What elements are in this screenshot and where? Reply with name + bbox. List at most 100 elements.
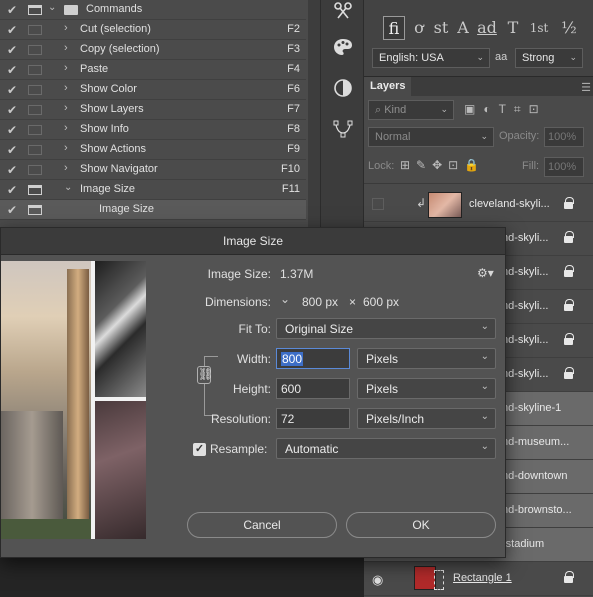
cancel-button[interactable]: Cancel xyxy=(187,512,337,538)
resolution-input[interactable]: 72 xyxy=(276,408,350,429)
action-row[interactable]: ✔ › Copy (selection) F3 xyxy=(0,40,306,60)
glyph-swash-button[interactable]: A xyxy=(452,16,474,40)
visibility-toggle[interactable] xyxy=(372,198,384,210)
checkmark-icon[interactable]: ✔ xyxy=(0,43,24,57)
ok-button[interactable]: OK xyxy=(346,512,496,538)
width-unit-dropdown[interactable]: Pixels ⌄ xyxy=(357,348,496,369)
width-input[interactable]: 800 xyxy=(276,348,350,369)
checkmark-icon[interactable]: ✔ xyxy=(0,23,24,37)
kind-filter-dropdown[interactable]: ⌕ Kind ⌄ xyxy=(368,100,454,120)
chevron-down-icon[interactable]: ⌄ xyxy=(48,2,56,13)
fill-field[interactable]: 100% xyxy=(544,157,584,177)
layer-name[interactable]: -stadium xyxy=(502,538,544,550)
checkmark-icon[interactable]: ✔ xyxy=(0,3,24,17)
dialog-toggle-icon[interactable] xyxy=(28,44,42,55)
glyph-titling-button[interactable]: T xyxy=(502,16,524,40)
lock-icons[interactable]: ⊞✎✥⊡🔒 xyxy=(400,158,485,172)
image-size-dialog: Image Size Image Size: 1.37M ⚙▾ Dimensio… xyxy=(0,227,506,558)
layer-row[interactable]: ◉ Rectangle 1 xyxy=(364,562,593,596)
action-row[interactable]: ✔ › Show Color F6 xyxy=(0,80,306,100)
layer-name[interactable]: nd-skyli... xyxy=(502,266,548,278)
panel-menu-icon[interactable]: ☰ xyxy=(581,81,591,94)
tools-icon[interactable] xyxy=(331,0,355,24)
dialog-toggle-icon[interactable] xyxy=(28,104,42,115)
glyph-ordinals-button[interactable]: 1st xyxy=(526,16,552,40)
checkmark-icon[interactable]: ✔ xyxy=(0,143,24,157)
chevron-right-icon[interactable]: › xyxy=(64,22,68,34)
checkmark-icon[interactable]: ✔ xyxy=(0,163,24,177)
dialog-toggle-icon[interactable] xyxy=(28,4,42,15)
height-unit-dropdown[interactable]: Pixels ⌄ xyxy=(357,378,496,399)
chevron-right-icon[interactable]: › xyxy=(64,102,68,114)
chevron-right-icon[interactable]: › xyxy=(64,62,68,74)
layer-name[interactable]: nd-museum... xyxy=(502,436,569,448)
layer-row[interactable]: ↲ cleveland-skyli... xyxy=(364,188,593,222)
layer-name[interactable]: nd-downtown xyxy=(502,470,567,482)
layer-name[interactable]: nd-skyli... xyxy=(502,300,548,312)
chevron-right-icon[interactable]: › xyxy=(64,42,68,54)
dialog-toggle-icon[interactable] xyxy=(28,124,42,135)
action-row[interactable]: ✔ › Show Actions F9 xyxy=(0,140,306,160)
action-row[interactable]: ✔ › Show Layers F7 xyxy=(0,100,306,120)
adjustments-icon[interactable] xyxy=(331,78,355,102)
fit-to-dropdown[interactable]: Original Size ⌄ xyxy=(276,318,496,339)
eye-icon[interactable]: ◉ xyxy=(372,572,383,588)
swatches-palette-icon[interactable] xyxy=(331,36,355,60)
blend-mode-dropdown[interactable]: Normal ⌄ xyxy=(368,127,494,147)
action-step-image-size[interactable]: ✔ Image Size xyxy=(0,200,306,220)
chevron-right-icon[interactable]: › xyxy=(64,82,68,94)
glyph-discretionary-button[interactable]: st xyxy=(430,16,452,40)
layer-name[interactable]: cleveland-skyli... xyxy=(469,198,550,210)
opacity-label: Opacity: xyxy=(499,130,540,142)
action-row[interactable]: ✔ › Paste F4 xyxy=(0,60,306,80)
layer-name[interactable]: nd-skyli... xyxy=(502,368,548,380)
checkmark-icon[interactable]: ✔ xyxy=(0,103,24,117)
chevron-right-icon[interactable]: › xyxy=(64,142,68,154)
checkmark-icon[interactable]: ✔ xyxy=(0,183,24,197)
tab-layers[interactable]: Layers xyxy=(364,77,412,97)
opacity-field[interactable]: 100% xyxy=(544,127,584,147)
glyph-ligature-button[interactable]: fi xyxy=(383,16,405,40)
chevron-right-icon[interactable]: › xyxy=(64,122,68,134)
layer-name[interactable]: Rectangle 1 xyxy=(453,572,512,584)
chevron-right-icon[interactable]: › xyxy=(64,162,68,174)
layer-filter-icons[interactable]: ▣◐T⌗⊡ xyxy=(464,102,547,117)
resolution-unit-dropdown[interactable]: Pixels/Inch ⌄ xyxy=(357,408,496,429)
resample-dropdown[interactable]: Automatic ⌄ xyxy=(276,438,496,459)
layer-name[interactable]: nd-brownsto... xyxy=(502,504,572,516)
checkmark-icon[interactable]: ✔ xyxy=(0,63,24,77)
fit-to-label: Fit To: xyxy=(238,322,271,336)
dialog-toggle-icon[interactable] xyxy=(28,24,42,35)
resample-checkbox[interactable]: ✓ xyxy=(193,443,206,456)
glyph-oldstyle-button[interactable]: ơ xyxy=(408,16,430,40)
action-row[interactable]: ✔ › Show Navigator F10 xyxy=(0,160,306,180)
action-row[interactable]: ✔ › Cut (selection) F2 xyxy=(0,20,306,40)
dialog-preview[interactable] xyxy=(1,261,146,539)
action-row[interactable]: ✔ › Show Info F8 xyxy=(0,120,306,140)
paths-icon[interactable] xyxy=(331,118,355,142)
dialog-toggle-icon[interactable] xyxy=(28,64,42,75)
layer-name[interactable]: nd-skyli... xyxy=(502,334,548,346)
checkmark-icon[interactable]: ✔ xyxy=(0,83,24,97)
checkmark-icon[interactable]: ✔ xyxy=(0,123,24,137)
height-input[interactable]: 600 xyxy=(276,378,350,399)
dimensions-chevron-icon[interactable]: ⌄ xyxy=(280,292,290,306)
dialog-toggle-icon[interactable] xyxy=(28,84,42,95)
dialog-toggle-icon[interactable] xyxy=(28,164,42,175)
dialog-toggle-icon[interactable] xyxy=(28,204,42,215)
action-row-image-size[interactable]: ✔ ⌄ Image Size F11 xyxy=(0,180,306,200)
glyph-fractions-button[interactable]: ½ xyxy=(558,16,580,40)
glyph-stylistic-button[interactable]: ad xyxy=(476,16,498,40)
antialias-dropdown[interactable]: Strong ⌄ xyxy=(515,48,583,68)
chevron-down-icon[interactable]: ⌄ xyxy=(64,182,72,193)
chevron-down-icon: ⌄ xyxy=(480,131,488,141)
action-row-commands[interactable]: ✔ ⌄ Commands xyxy=(0,0,306,20)
gear-icon[interactable]: ⚙▾ xyxy=(477,266,494,280)
checkmark-icon[interactable]: ✔ xyxy=(0,203,24,217)
layer-name[interactable]: nd-skyli... xyxy=(502,232,548,244)
lock-icon xyxy=(564,571,574,583)
dialog-toggle-icon[interactable] xyxy=(28,184,42,195)
layer-name[interactable]: nd-skyline-1 xyxy=(502,402,561,414)
dialog-toggle-icon[interactable] xyxy=(28,144,42,155)
language-dropdown[interactable]: English: USA ⌄ xyxy=(372,48,490,68)
